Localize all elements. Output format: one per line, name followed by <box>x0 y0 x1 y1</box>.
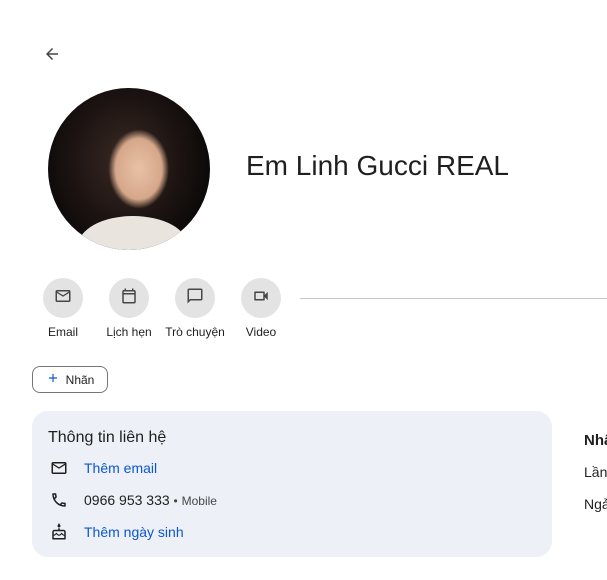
birthday-row: Thêm ngày sinh <box>48 521 184 543</box>
avatar[interactable] <box>48 88 210 250</box>
chat-action-button[interactable]: Trò chuyện <box>162 278 228 339</box>
contact-name: Em Linh Gucci REAL <box>246 150 509 181</box>
side-panel-line2: Ngả <box>584 496 607 512</box>
chat-icon <box>186 287 204 310</box>
chat-action-label: Trò chuyện <box>165 325 225 339</box>
calendar-action-button[interactable]: Lịch hẹn <box>96 278 162 339</box>
add-label-button[interactable]: Nhãn <box>32 366 108 393</box>
email-action-label: Email <box>47 325 78 339</box>
video-action-button[interactable]: Video <box>228 278 294 339</box>
video-icon <box>252 287 270 310</box>
mail-icon <box>48 457 70 479</box>
contact-info-title: Thông tin liên hệ <box>48 429 167 446</box>
calendar-icon <box>120 287 138 310</box>
phone-type: Mobile <box>181 494 217 508</box>
phone-row: 0966 953 333 • Mobile <box>48 489 217 511</box>
side-panel-line1: Lần <box>584 464 607 480</box>
side-panel-title: Nhâ <box>584 432 607 449</box>
add-birthday-link[interactable]: Thêm ngày sinh <box>84 524 184 540</box>
video-action-label: Video <box>245 325 277 339</box>
email-row: Thêm email <box>48 457 157 479</box>
mail-icon <box>54 287 72 310</box>
contact-info-card: Thông tin liên hệ Thêm email 0966 953 33… <box>32 411 552 557</box>
cake-icon <box>48 521 70 543</box>
arrow-back-icon <box>43 45 61 68</box>
plus-icon <box>46 371 60 388</box>
email-action-button[interactable]: Email <box>30 278 96 339</box>
divider <box>300 298 607 299</box>
add-email-link[interactable]: Thêm email <box>84 460 157 476</box>
back-button[interactable] <box>36 40 68 72</box>
add-label-text: Nhãn <box>65 372 95 387</box>
phone-icon <box>48 489 70 511</box>
phone-number[interactable]: 0966 953 333 • Mobile <box>84 492 217 508</box>
calendar-action-label: Lịch hẹn <box>106 325 152 339</box>
